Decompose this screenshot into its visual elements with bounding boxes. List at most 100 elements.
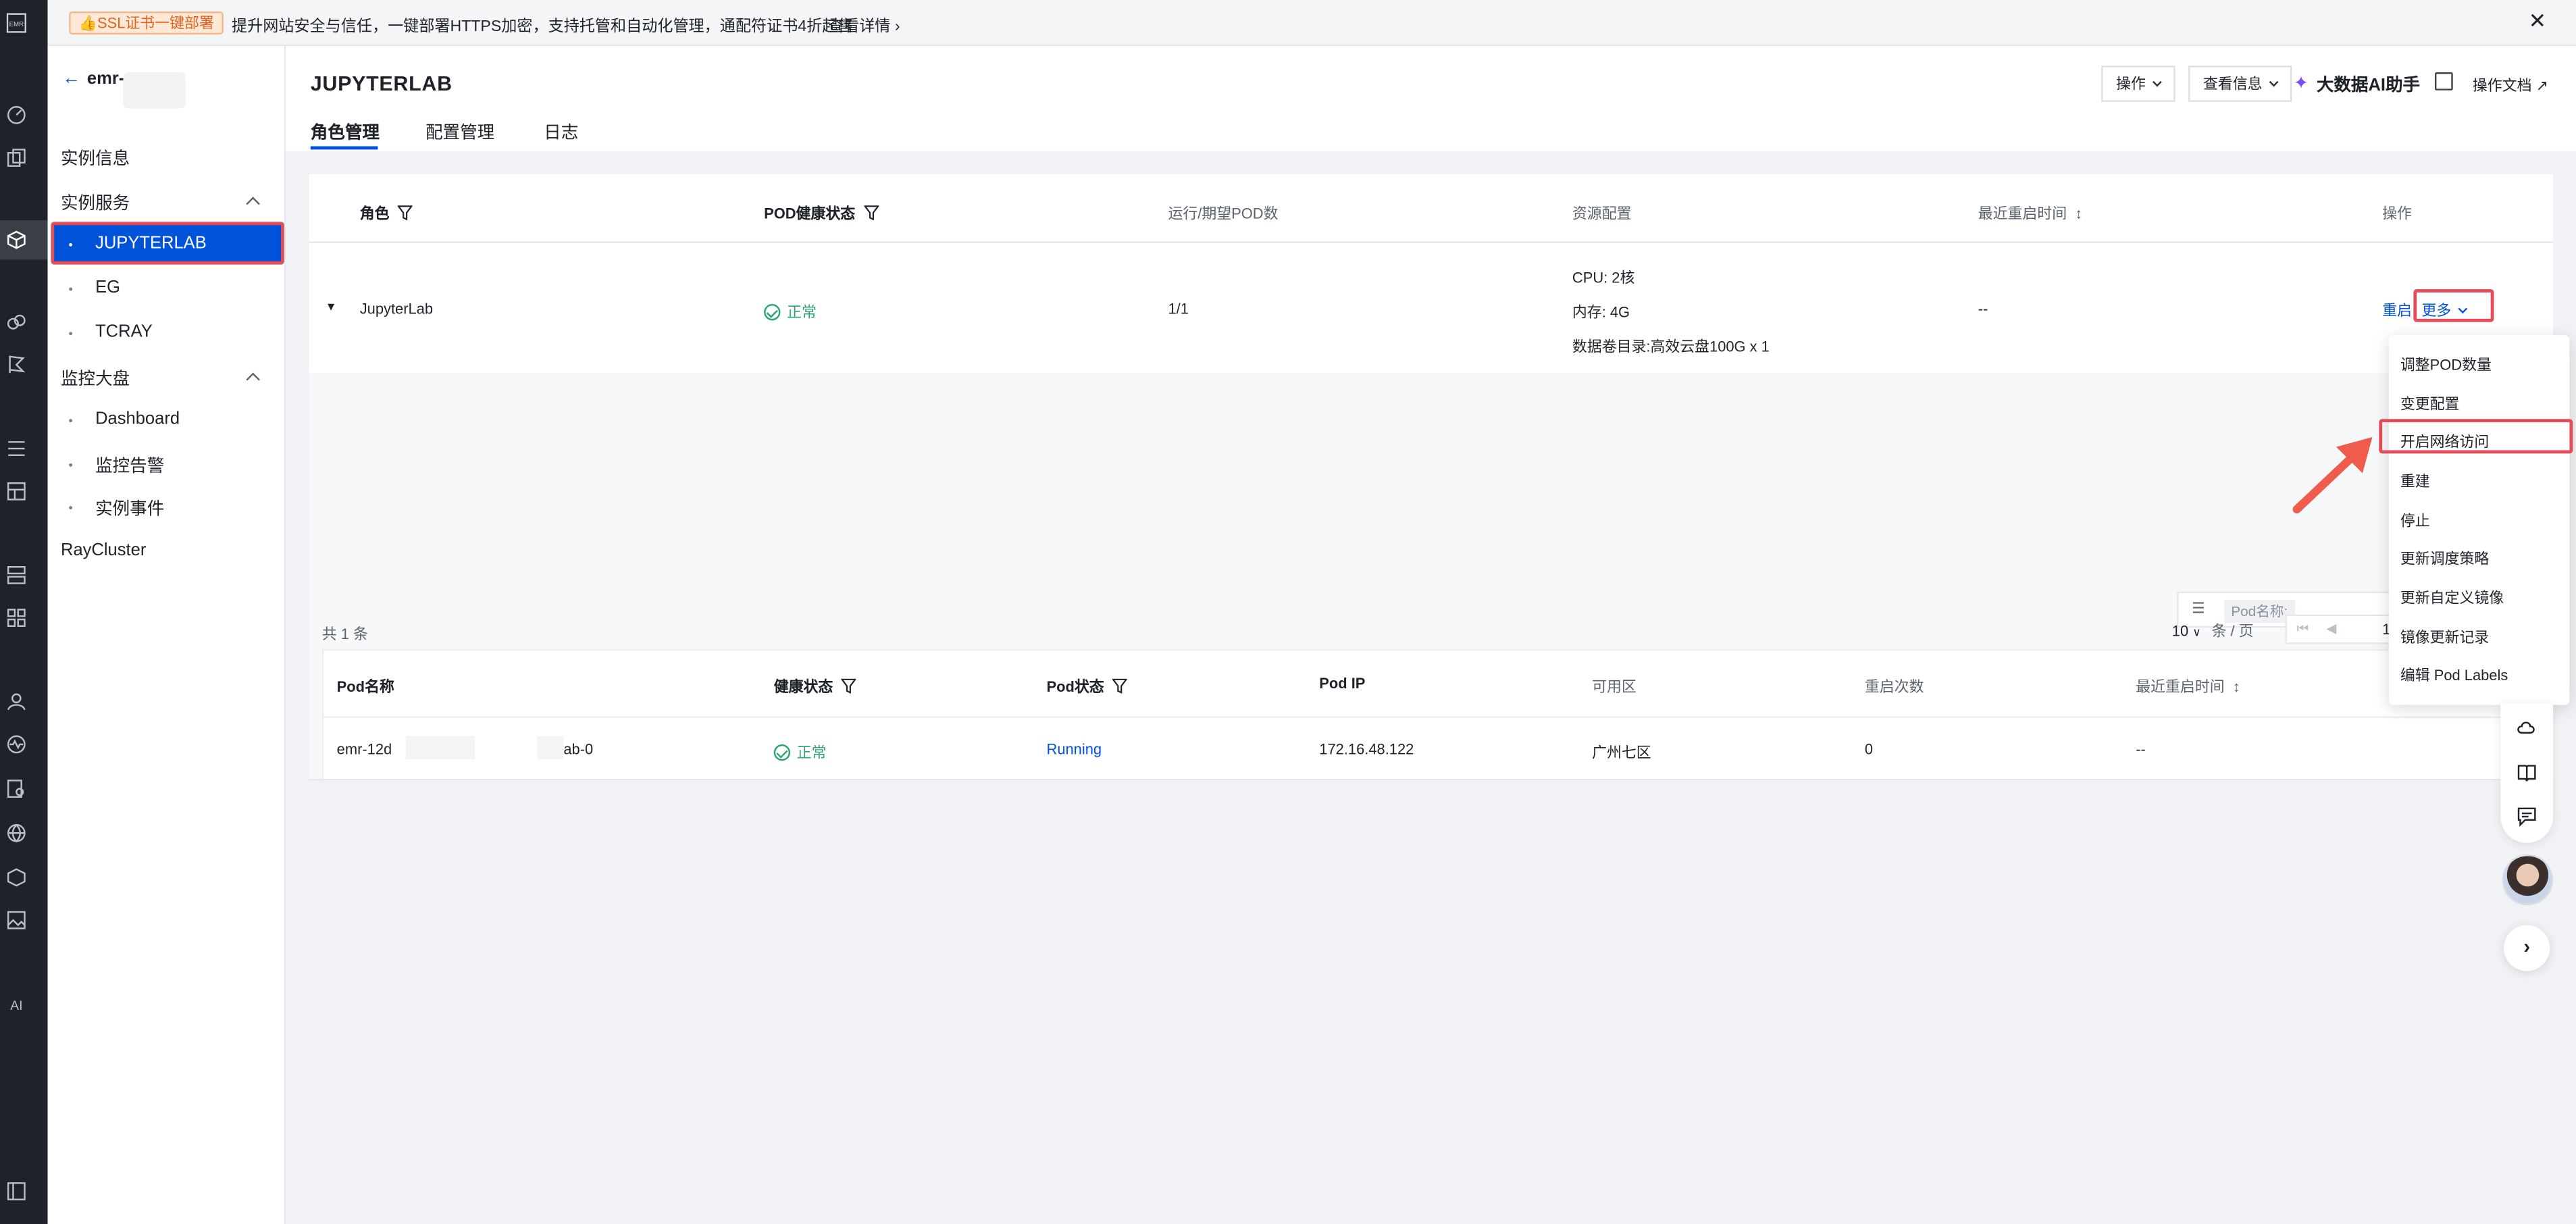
list-icon[interactable] xyxy=(7,438,26,458)
header-label: Pod状态 xyxy=(1046,678,1104,695)
sidebar-item-events[interactable]: 实例事件 xyxy=(95,496,164,521)
sort-icon[interactable]: ↕ xyxy=(2075,205,2082,222)
annotation-arrow xyxy=(2292,437,2373,514)
menu-item-update-scheduling[interactable]: 更新调度策略 xyxy=(2400,547,2489,569)
cloud-icon[interactable] xyxy=(2517,718,2537,738)
column-header-zone: 可用区 xyxy=(1592,678,1637,695)
sort-icon[interactable]: ↕ xyxy=(2233,679,2240,695)
ops-dropdown-button[interactable]: 操作 xyxy=(2101,66,2175,102)
column-header-pod-name: Pod名称 xyxy=(336,678,394,695)
pod-status-link[interactable]: Running xyxy=(1047,741,1102,757)
assistant-avatar[interactable] xyxy=(2502,854,2554,906)
divider xyxy=(309,241,2554,244)
menu-item-edit-pod-labels[interactable]: 编辑 Pod Labels xyxy=(2400,664,2508,686)
more-dropdown-button[interactable]: 更多 xyxy=(2422,299,2468,321)
menu-item-rebuild[interactable]: 重建 xyxy=(2400,470,2430,492)
image-icon[interactable] xyxy=(7,911,26,930)
redacted-mask xyxy=(537,736,564,759)
doc-link[interactable]: 操作文档 ↗ xyxy=(2473,74,2548,95)
check-circle-icon xyxy=(764,304,781,321)
pod-zone: 广州七区 xyxy=(1592,744,1651,761)
bullet-icon xyxy=(69,287,73,291)
menu-item-image-history[interactable]: 镜像更新记录 xyxy=(2400,626,2489,648)
ssl-badge[interactable]: 👍SSL证书一键部署 xyxy=(69,11,224,35)
health-label: 正常 xyxy=(796,744,827,761)
pod-subpanel: ☰ Pod名称: Pod名称 健康状态 Pod状态 Pod IP 可用区 重启次… xyxy=(309,373,2554,781)
cube-icon[interactable] xyxy=(7,230,26,250)
filter-icon[interactable] xyxy=(1112,678,1127,694)
sidebar-item-tcray[interactable]: TCRAY xyxy=(95,322,153,342)
page-size-select[interactable]: 10 ∨ 条 / 页 xyxy=(2172,619,2254,641)
globe-icon[interactable] xyxy=(7,823,26,843)
first-page-icon[interactable]: ⏮ xyxy=(2297,621,2309,637)
filter-icon[interactable] xyxy=(863,205,879,220)
ai-helper-button[interactable]: 大数据AI助手 xyxy=(2317,72,2420,97)
box-icon[interactable] xyxy=(7,867,26,887)
back-arrow-icon[interactable]: ← xyxy=(62,69,80,88)
copy-icon[interactable] xyxy=(7,148,26,168)
redacted-mask xyxy=(405,736,475,759)
health-label: 正常 xyxy=(787,304,817,321)
flag-icon[interactable] xyxy=(7,355,26,374)
resource-disk: 数据卷目录:高效云盘100G x 1 xyxy=(1572,338,1770,355)
overview-icon[interactable] xyxy=(7,105,26,125)
chevron-right-icon[interactable]: › xyxy=(2504,925,2550,971)
monitor-icon[interactable] xyxy=(7,734,26,754)
restart-button[interactable]: 重启 xyxy=(2382,299,2412,321)
sidebar-toggle-icon[interactable] xyxy=(7,1181,26,1201)
menu-item-adjust-pod[interactable]: 调整POD数量 xyxy=(2400,353,2492,375)
promo-banner: 👍SSL证书一键部署 提升网站安全与信任，一键部署HTTPS加密，支持托管和自动… xyxy=(47,0,2576,47)
chevron-up-icon[interactable] xyxy=(246,372,260,387)
sidebar-group-monitor[interactable]: 监控大盘 xyxy=(61,366,130,390)
health-status: 正常 xyxy=(764,301,817,322)
sidebar-item-eg[interactable]: EG xyxy=(95,278,120,297)
tab-config-management[interactable]: 配置管理 xyxy=(426,120,494,145)
header-label: POD健康状态 xyxy=(764,205,856,222)
pod-name-prefix: emr-12d xyxy=(336,741,392,758)
chevron-down-icon xyxy=(2269,77,2279,87)
chevron-down-icon xyxy=(2153,77,2162,87)
filter-icon[interactable] xyxy=(397,205,413,220)
sidebar-item-dashboard[interactable]: Dashboard xyxy=(95,409,180,429)
document-icon xyxy=(2434,72,2453,91)
prev-page-icon[interactable]: ◀ xyxy=(2326,621,2336,636)
sidebar-item-alarm[interactable]: 监控告警 xyxy=(95,453,164,478)
menu-item-enable-network-access[interactable]: 开启网络访问 xyxy=(2400,430,2489,452)
role-table-card: 角色 POD健康状态 运行/期望POD数 资源配置 最近重启时间 ↕ 操作 ▼ J… xyxy=(309,174,2554,781)
menu-item-stop[interactable]: 停止 xyxy=(2400,509,2430,531)
sidebar: ← emr- 实例信息 实例服务 JUPYTERLAB EG TCRAY 监控大… xyxy=(47,46,286,1224)
menu-item-update-image[interactable]: 更新自定义镜像 xyxy=(2400,586,2504,608)
book-icon[interactable] xyxy=(2517,763,2537,782)
role-name: JupyterLab xyxy=(359,301,434,317)
chevron-up-icon[interactable] xyxy=(246,197,260,211)
floating-toolbar xyxy=(2500,703,2554,843)
per-page-label: 条 / 页 xyxy=(2211,622,2254,640)
server-icon[interactable] xyxy=(7,565,26,585)
close-icon[interactable]: ✕ xyxy=(2529,9,2547,33)
pod-name-suffix: ab-0 xyxy=(563,741,594,758)
sidebar-item-instance-info[interactable]: 实例信息 xyxy=(61,146,130,170)
tab-logs[interactable]: 日志 xyxy=(544,120,578,145)
feedback-icon[interactable] xyxy=(2517,807,2537,827)
filter-icon[interactable] xyxy=(841,678,856,694)
redacted-mask xyxy=(123,72,186,109)
page-title: JUPYTERLAB xyxy=(310,72,453,96)
tab-role-management[interactable]: 角色管理 xyxy=(311,120,380,145)
grid-icon[interactable] xyxy=(7,608,26,628)
banner-detail-link[interactable]: 查看详情 › xyxy=(828,13,900,36)
expand-caret-icon[interactable]: ▼ xyxy=(326,303,337,314)
search-doc-icon[interactable] xyxy=(7,779,26,798)
bullet-icon xyxy=(69,463,73,467)
chevron-down-icon: ∨ xyxy=(2192,628,2201,640)
sidebar-item-jupyterlab[interactable]: JUPYTERLAB xyxy=(95,233,207,253)
ai-icon[interactable]: AI xyxy=(7,994,26,1014)
sidebar-item-raycluster[interactable]: RayCluster xyxy=(61,540,146,560)
menu-item-change-config[interactable]: 变更配置 xyxy=(2400,392,2460,414)
user-icon[interactable] xyxy=(7,692,26,711)
view-info-dropdown-button[interactable]: 查看信息 xyxy=(2188,66,2292,102)
table-icon[interactable] xyxy=(7,482,26,501)
link-icon[interactable] xyxy=(7,312,26,332)
ops-label: 操作 xyxy=(2116,75,2146,93)
total-count: 共 1 条 xyxy=(321,626,368,643)
sidebar-group-instance-service[interactable]: 实例服务 xyxy=(61,190,130,215)
